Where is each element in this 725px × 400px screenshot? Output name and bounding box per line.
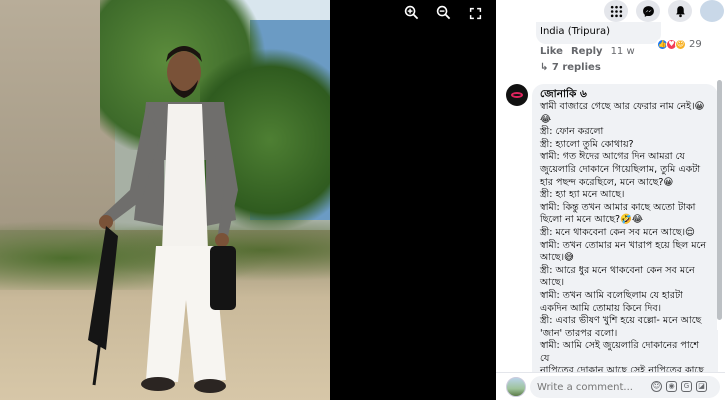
comment-line: আছে।😅 (540, 252, 574, 264)
top-bar (496, 0, 725, 22)
camera-icon[interactable]: ◉ (666, 381, 677, 392)
photo-person (88, 46, 238, 393)
comment-time[interactable]: 11 w (611, 46, 635, 57)
comment-line: স্বামী: তখন আমি বলেছিলাম যে হারটা (540, 289, 683, 301)
comment-line: স্ত্রী: মনে থাকবেনা কেন সব মনে আছে।😌 (540, 226, 695, 238)
reply-link[interactable]: Reply (571, 46, 603, 57)
comments-panel: India (Tripura) Like Reply 11 w 👍 ♥ ☺ 29 ↳… (496, 0, 725, 400)
photo[interactable] (0, 0, 330, 400)
like-link[interactable]: Like (540, 46, 563, 57)
comment-line: স্ত্রী: আরে ধুর মনে থাকবেনা কেন সব মনে (540, 264, 695, 276)
messenger-icon[interactable] (636, 0, 660, 22)
previous-comment-actions: Like Reply 11 w (540, 46, 643, 57)
comment-line: স্বামী: কিন্তু তখন আমার কাছে অতো টাকা (540, 201, 696, 213)
sticker-icon[interactable]: ◪ (696, 381, 707, 392)
scrollbar-thumb[interactable] (717, 80, 722, 320)
comment-line: স্বামী: তখন তোমার মন খারাপ হয়ে ছিল মনে (540, 239, 706, 251)
comment-body: স্বামী বাজারে গেছে আর ফেরার নাম নেই।😀 😂 স্… (540, 101, 710, 376)
gif-icon[interactable]: G (681, 381, 692, 392)
profile-avatar[interactable] (700, 0, 724, 22)
commenter-avatar[interactable] (506, 84, 528, 106)
comment-line: 'জান' তারপর বলো। (540, 327, 618, 339)
zoom-out-icon[interactable] (432, 4, 454, 26)
composer-tools: ☺ ◉ G ◪ (651, 381, 707, 392)
comment-line: স্ত্রী: ফোন করলো (540, 126, 604, 138)
haha-reaction-icon: ☺ (675, 39, 686, 50)
comment-bubble: জোনাকি ৬ স্বামী বাজারে গেছে আর ফেরার নাম… (532, 84, 718, 376)
user-avatar (506, 377, 526, 397)
comment-line: একদিন আমি তোমায় কিনে দিব। (540, 302, 662, 314)
replies-label: 7 replies (551, 62, 601, 73)
reply-arrow-icon: ↳ (540, 62, 549, 73)
reactions-summary[interactable]: 👍 ♥ ☺ 29 (656, 38, 705, 51)
fullscreen-icon[interactable] (464, 4, 486, 26)
comment-line: স্ত্রী: হ্যালো তুমি কোথায়? (540, 138, 634, 150)
comment-line: আছে। (540, 277, 565, 289)
photo-viewer: India (Tripura) Like Reply 11 w 👍 ♥ ☺ 29 ↳… (0, 0, 725, 400)
comment-author[interactable]: জোনাকি ৬ (540, 88, 710, 101)
comment-line: জুয়েলারি দোকানে গিয়েছিলাম, তুমি একটা (540, 163, 701, 175)
comment-line: 😂 (540, 113, 552, 125)
comment-line: স্বামী: আমি সেই জুয়েলারি দোকানের পাশে য… (540, 340, 700, 364)
reaction-count: 29 (689, 39, 702, 50)
comment-line: হার পছন্দ করেছিলে, মনে আছে?😀 (540, 176, 674, 188)
comment-line: ছিলো না মনে আছে?🤣😂 (540, 214, 643, 226)
previous-comment-text: India (Tripura) (536, 22, 661, 44)
emoji-icon[interactable]: ☺ (651, 381, 662, 392)
view-replies-link[interactable]: ↳ 7 replies (540, 62, 601, 73)
avatar-logo-icon (511, 92, 523, 98)
comment-line: স্ত্রী: হ্যা হ্যা মনে আছে। (540, 189, 625, 201)
notifications-bell-icon[interactable] (668, 0, 692, 22)
comment-line: স্বামী: গত ঈদের আগের দিন আমরা যে (540, 151, 685, 163)
menu-grid-icon[interactable] (604, 0, 628, 22)
comment-line: স্ত্রী: এবার ভীষণ খুশি হয়ে বল্লো- মনে আ… (540, 315, 702, 327)
comment-composer: ☺ ◉ G ◪ (496, 372, 725, 400)
comment-line: স্বামী বাজারে গেছে আর ফেরার নাম নেই।😀 (540, 101, 705, 112)
zoom-in-icon[interactable] (400, 4, 422, 26)
